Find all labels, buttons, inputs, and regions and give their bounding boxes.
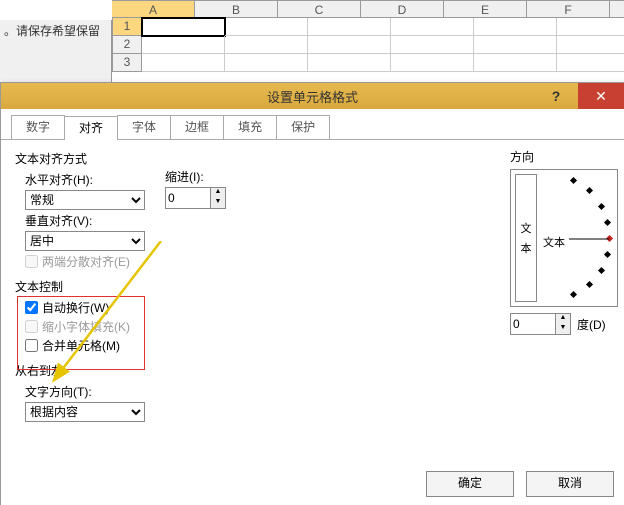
merge-cells-checkbox[interactable] — [25, 339, 38, 352]
cell[interactable] — [391, 36, 474, 54]
orientation-legend: 方向 — [510, 148, 620, 165]
orientation-vertical-text[interactable]: 文 本 — [515, 174, 537, 302]
format-cells-dialog: 设置单元格格式 ? ✕ 数字 对齐 字体 边框 填充 保护 文本对齐方式 水平对… — [0, 82, 624, 505]
dialog-titlebar[interactable]: 设置单元格格式 ? ✕ — [1, 83, 624, 109]
cell-A1[interactable] — [142, 18, 225, 36]
cell[interactable] — [308, 54, 391, 72]
cancel-button[interactable]: 取消 — [526, 471, 614, 497]
side-cell: 。请保存希望保留 — [0, 20, 112, 82]
cell[interactable] — [142, 54, 225, 72]
cell[interactable] — [557, 36, 624, 54]
orientation-htext: 文本 — [543, 234, 565, 250]
orientation-vtext-char: 文 — [521, 220, 532, 236]
cell[interactable] — [474, 18, 557, 36]
orientation-dot[interactable] — [604, 219, 611, 226]
cell[interactable] — [308, 18, 391, 36]
indent-label: 缩进(I): — [165, 168, 226, 185]
cell[interactable] — [391, 18, 474, 36]
cell-grid — [142, 18, 624, 72]
wrap-text-checkbox[interactable] — [25, 301, 38, 314]
indent-spinner[interactable]: ▲▼ — [165, 187, 226, 209]
cell[interactable] — [557, 54, 624, 72]
text-direction-label: 文字方向(T): — [25, 383, 610, 400]
column-headers: A B C D E F G — [112, 0, 624, 18]
cell[interactable] — [142, 36, 225, 54]
dialog-title: 设置单元格格式 — [267, 87, 358, 106]
dialog-tabs: 数字 对齐 字体 边框 填充 保护 — [1, 109, 624, 140]
tab-fill[interactable]: 填充 — [223, 115, 277, 139]
orientation-line-icon — [569, 238, 609, 240]
shrink-to-fit-label: 缩小字体填充(K) — [42, 318, 130, 335]
justify-distributed-checkbox — [25, 255, 38, 268]
vertical-align-select[interactable]: 居中 — [25, 231, 145, 251]
indent-input[interactable] — [166, 188, 210, 208]
wrap-text-label: 自动换行(W) — [42, 299, 109, 316]
tab-protection[interactable]: 保护 — [276, 115, 330, 139]
shrink-to-fit-checkbox — [25, 320, 38, 333]
close-button[interactable]: ✕ — [578, 83, 624, 109]
row-header-1[interactable]: 1 — [112, 18, 142, 36]
rtl-section: 从右到左 文字方向(T): 根据内容 — [15, 362, 610, 424]
indent-down-icon[interactable]: ▼ — [211, 198, 225, 208]
rtl-legend: 从右到左 — [15, 362, 610, 379]
tab-alignment[interactable]: 对齐 — [64, 116, 118, 140]
orientation-dot[interactable] — [586, 187, 593, 194]
orientation-dot[interactable] — [598, 267, 605, 274]
orientation-vtext-char: 本 — [521, 240, 532, 256]
text-direction-select[interactable]: 根据内容 — [25, 402, 145, 422]
col-header-D[interactable]: D — [361, 0, 444, 18]
degree-input[interactable] — [511, 314, 555, 334]
cell[interactable] — [225, 36, 308, 54]
dialog-footer: 确定 取消 — [426, 471, 614, 497]
degree-up-icon[interactable]: ▲ — [556, 314, 570, 324]
col-header-E[interactable]: E — [444, 0, 527, 18]
indent-up-icon[interactable]: ▲ — [211, 188, 225, 198]
dialog-body: 文本对齐方式 水平对齐(H): 常规 缩进(I): ▲▼ 垂直对齐(V): 居中… — [1, 140, 624, 490]
spreadsheet-bg: 。请保存希望保留 A B C D E F G 1 2 3 — [0, 0, 624, 85]
cell[interactable] — [474, 36, 557, 54]
cell[interactable] — [308, 36, 391, 54]
justify-distributed-label: 两端分散对齐(E) — [42, 253, 130, 270]
orientation-dot[interactable] — [604, 251, 611, 258]
col-header-G[interactable]: G — [610, 0, 624, 18]
orientation-dot[interactable] — [570, 291, 577, 298]
help-button[interactable]: ? — [536, 83, 576, 109]
cell[interactable] — [474, 54, 557, 72]
col-header-B[interactable]: B — [195, 0, 278, 18]
cell[interactable] — [391, 54, 474, 72]
degree-down-icon[interactable]: ▼ — [556, 324, 570, 334]
col-header-C[interactable]: C — [278, 0, 361, 18]
tab-number[interactable]: 数字 — [11, 115, 65, 139]
merge-cells-label: 合并单元格(M) — [42, 337, 120, 354]
horizontal-align-select[interactable]: 常规 — [25, 190, 145, 210]
cell[interactable] — [225, 54, 308, 72]
tab-font[interactable]: 字体 — [117, 115, 171, 139]
cell[interactable] — [225, 18, 308, 36]
orientation-box[interactable]: 文 本 文本 — [510, 169, 618, 307]
row-header-2[interactable]: 2 — [112, 36, 142, 54]
col-header-A[interactable]: A — [112, 0, 195, 18]
orientation-dot[interactable] — [586, 281, 593, 288]
degree-label: 度(D) — [577, 316, 606, 333]
cell[interactable] — [557, 18, 624, 36]
row-headers: 1 2 3 — [112, 18, 142, 72]
ok-button[interactable]: 确定 — [426, 471, 514, 497]
col-header-F[interactable]: F — [527, 0, 610, 18]
row-header-3[interactable]: 3 — [112, 54, 142, 72]
orientation-arc[interactable]: 文本 — [543, 176, 613, 300]
tab-border[interactable]: 边框 — [170, 115, 224, 139]
orientation-section: 方向 文 本 文本 — [510, 148, 620, 335]
orientation-dot[interactable] — [598, 203, 605, 210]
orientation-dot[interactable] — [570, 177, 577, 184]
degree-spinner[interactable]: ▲▼ — [510, 313, 571, 335]
